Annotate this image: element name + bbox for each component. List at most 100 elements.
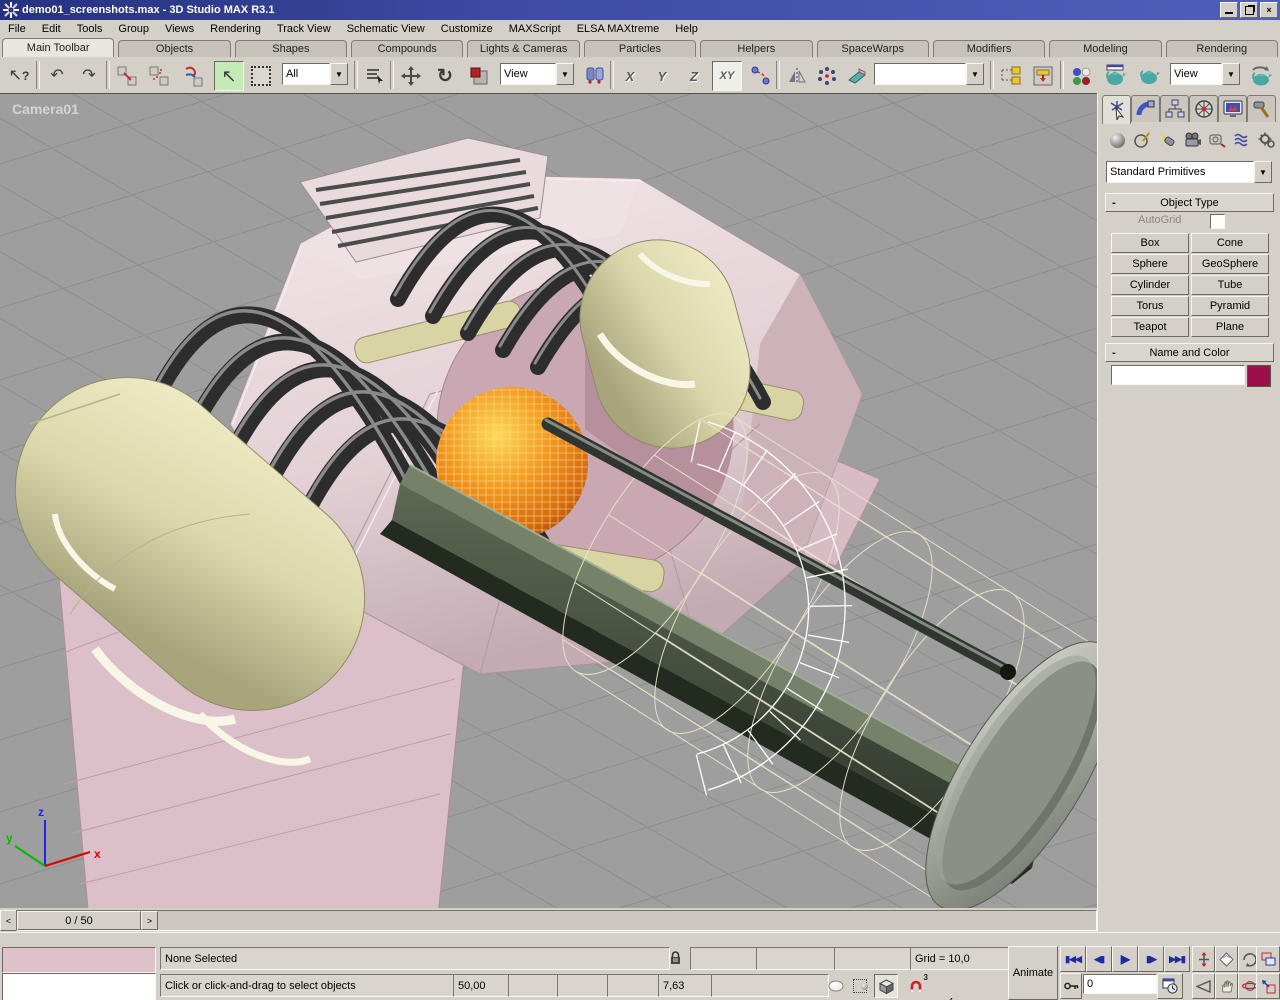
restrict-y-button[interactable]: Y	[648, 61, 676, 91]
primitive-category-dropdown[interactable]: Standard Primitives ▼	[1106, 161, 1272, 183]
min-max-toggle-button[interactable]	[1256, 946, 1280, 972]
menu-edit[interactable]: Edit	[34, 21, 69, 37]
time-slider-track[interactable]: 0 / 50 >	[16, 910, 1097, 931]
menu-track-view[interactable]: Track View	[269, 21, 339, 37]
tab-objects[interactable]: Objects	[118, 40, 230, 57]
tab-create[interactable]	[1102, 95, 1131, 124]
array-button[interactable]	[812, 61, 842, 91]
time-configuration-button[interactable]	[1157, 973, 1183, 999]
menu-rendering[interactable]: Rendering	[202, 21, 269, 37]
restrict-x-button[interactable]: X	[616, 61, 644, 91]
object-type-rollout-header[interactable]: - Object Type	[1105, 193, 1274, 212]
title-bar[interactable]: demo01_screenshots.max - 3D Studio MAX R…	[0, 0, 1280, 20]
mirror-button[interactable]	[782, 61, 812, 91]
reference-coordinate-system-dropdown[interactable]: View ▼	[500, 63, 574, 85]
mini-listener-pane[interactable]	[2, 973, 156, 1000]
bind-to-spacewarp-button[interactable]	[178, 61, 208, 91]
cone-button[interactable]: Cone	[1191, 233, 1269, 253]
geosphere-button[interactable]: GeoSphere	[1191, 254, 1269, 274]
menu-file[interactable]: File	[0, 21, 34, 37]
select-and-link-button[interactable]	[112, 61, 142, 91]
selection-lock-toggle[interactable]	[663, 946, 687, 970]
go-to-end-button[interactable]: ▶▶▮	[1164, 946, 1190, 972]
region-zoom-button[interactable]	[1256, 973, 1280, 999]
align-button[interactable]	[842, 61, 872, 91]
category-cameras-button[interactable]	[1181, 129, 1203, 151]
go-to-start-button[interactable]: ▮◀◀	[1060, 946, 1086, 972]
close-button[interactable]: ×	[1260, 2, 1278, 18]
category-lights-button[interactable]	[1156, 129, 1178, 151]
autogrid-checkbox[interactable]	[1210, 214, 1225, 229]
name-color-rollout-header[interactable]: - Name and Color	[1105, 343, 1274, 362]
time-slider-handle[interactable]: 0 / 50	[17, 911, 141, 930]
render-type-dropdown[interactable]: View ▼	[1170, 63, 1240, 85]
next-frame-arrow[interactable]: >	[141, 911, 158, 930]
cylinder-button[interactable]: Cylinder	[1111, 275, 1189, 295]
snap-3d-magnet-button[interactable]: 3	[904, 974, 928, 998]
minimize-button[interactable]	[1220, 2, 1238, 18]
menu-group[interactable]: Group	[110, 21, 157, 37]
tab-compounds[interactable]: Compounds	[351, 40, 463, 57]
restore-button[interactable]	[1240, 2, 1258, 18]
named-selection-sets-dropdown[interactable]: ▼	[874, 63, 984, 85]
select-and-rotate-button[interactable]: ↻	[430, 61, 460, 91]
tab-utilities[interactable]	[1247, 95, 1276, 122]
tab-main-toolbar[interactable]: Main Toolbar	[2, 38, 114, 57]
sphere-button[interactable]: Sphere	[1111, 254, 1189, 274]
plane-button[interactable]: Plane	[1191, 317, 1269, 337]
select-object-button[interactable]: ↖	[214, 61, 244, 91]
degradation-override-button[interactable]	[824, 974, 848, 998]
quick-render-button[interactable]	[1134, 61, 1164, 91]
redo-button[interactable]: ↷	[74, 61, 104, 91]
field-of-view-button[interactable]	[1192, 973, 1215, 999]
category-spacewarps-button[interactable]	[1231, 129, 1253, 151]
category-helpers-button[interactable]	[1206, 129, 1228, 151]
material-editor-button[interactable]	[1066, 61, 1096, 91]
ik-toggle-button[interactable]	[746, 61, 776, 91]
render-scene-button[interactable]	[1100, 61, 1130, 91]
select-and-move-button[interactable]	[396, 61, 426, 91]
tab-modifiers[interactable]: Modifiers	[933, 40, 1045, 57]
tab-motion[interactable]	[1189, 95, 1218, 122]
tab-particles[interactable]: Particles	[584, 40, 696, 57]
category-shapes-button[interactable]	[1131, 129, 1153, 151]
unlink-selection-button[interactable]	[144, 61, 174, 91]
rectangular-selection-region-button[interactable]	[246, 61, 276, 91]
tab-lights-cameras[interactable]: Lights & Cameras	[467, 40, 579, 57]
select-and-scale-button[interactable]	[464, 61, 494, 91]
previous-frame-arrow[interactable]: <	[0, 910, 17, 931]
open-track-view-button[interactable]	[996, 61, 1026, 91]
use-pivot-point-center-button[interactable]	[580, 61, 610, 91]
box-button[interactable]: Box	[1111, 233, 1189, 253]
menu-help[interactable]: Help	[667, 21, 706, 37]
animate-button[interactable]: Animate	[1008, 946, 1058, 1000]
undo-button[interactable]: ↶	[42, 61, 72, 91]
restrict-z-button[interactable]: Z	[680, 61, 708, 91]
menu-views[interactable]: Views	[157, 21, 202, 37]
tab-display[interactable]	[1218, 95, 1247, 122]
tab-helpers[interactable]: Helpers	[700, 40, 812, 57]
object-color-swatch[interactable]	[1247, 365, 1271, 387]
render-last-button[interactable]	[1246, 61, 1276, 91]
next-frame-button[interactable]: ▮▶	[1138, 946, 1164, 972]
selection-filter-dropdown[interactable]: All ▼	[282, 63, 348, 85]
open-schematic-view-button[interactable]	[1028, 61, 1058, 91]
tab-modeling[interactable]: Modeling	[1049, 40, 1161, 57]
torus-button[interactable]: Torus	[1111, 296, 1189, 316]
tab-rendering[interactable]: Rendering	[1166, 40, 1278, 57]
camera-viewport[interactable]: Camera01 z y x	[0, 93, 1097, 909]
restrict-xy-plane-button[interactable]: XY	[712, 61, 742, 91]
help-mode-button[interactable]: ↖?	[4, 61, 34, 91]
category-systems-button[interactable]	[1256, 129, 1278, 151]
play-button[interactable]: ▶	[1112, 946, 1138, 972]
menu-customize[interactable]: Customize	[433, 21, 501, 37]
menu-elsa-maxtreme[interactable]: ELSA MAXtreme	[569, 21, 668, 37]
menu-tools[interactable]: Tools	[69, 21, 111, 37]
current-frame-input[interactable]	[1083, 974, 1157, 994]
tab-shapes[interactable]: Shapes	[235, 40, 347, 57]
select-by-name-button[interactable]	[360, 61, 390, 91]
tab-spacewarps[interactable]: SpaceWarps	[817, 40, 929, 57]
zoom-extents-button[interactable]	[1215, 946, 1238, 972]
menu-maxscript[interactable]: MAXScript	[501, 21, 569, 37]
menu-schematic-view[interactable]: Schematic View	[339, 21, 433, 37]
